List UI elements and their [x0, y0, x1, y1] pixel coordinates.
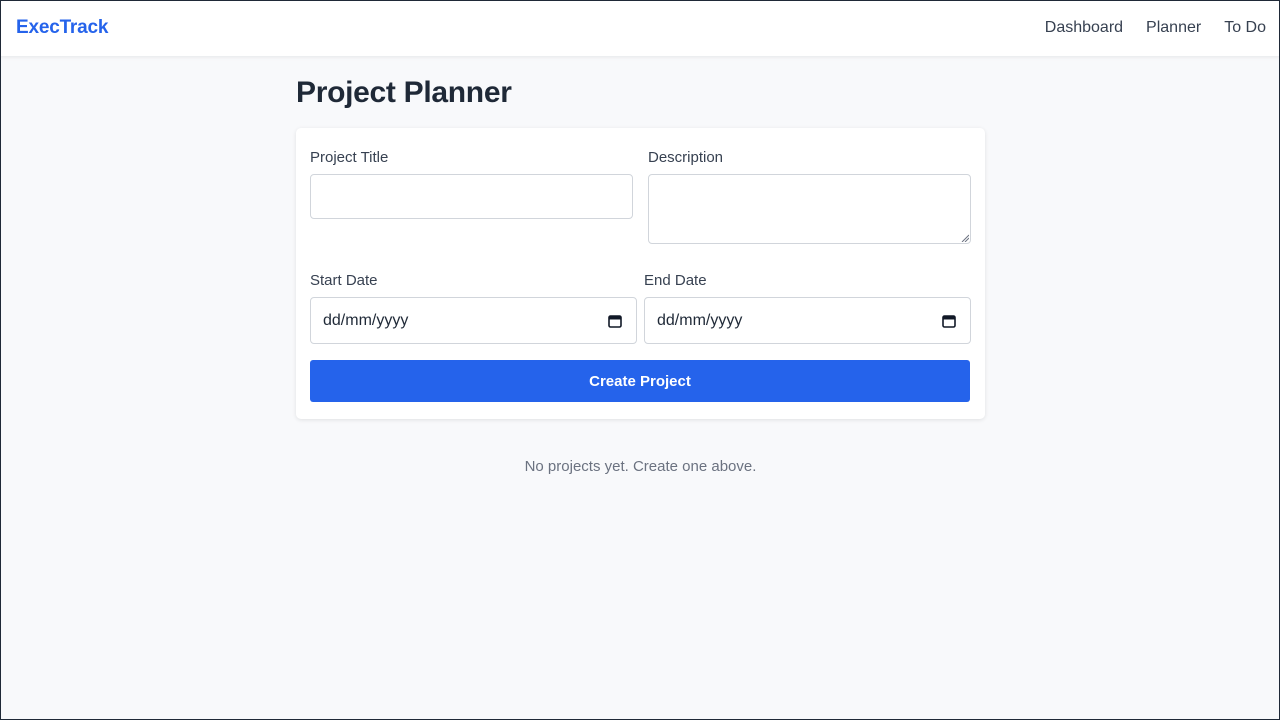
end-date-label: End Date	[644, 272, 707, 289]
end-date-input[interactable]: dd/mm/yyyy	[644, 297, 971, 344]
nav-links: Dashboard Planner To Do	[1045, 19, 1266, 37]
calendar-icon[interactable]	[942, 314, 956, 328]
brand-logo[interactable]: ExecTrack	[16, 17, 108, 39]
description-label: Description	[648, 149, 724, 166]
nav-link-todo[interactable]: To Do	[1224, 19, 1266, 37]
nav-link-planner[interactable]: Planner	[1146, 19, 1201, 37]
end-date-value: dd/mm/yyyy	[657, 311, 743, 329]
calendar-icon[interactable]	[608, 314, 622, 328]
start-date-value: dd/mm/yyyy	[323, 311, 409, 329]
project-form-card: Project Title Description Start Date dd/…	[296, 128, 985, 419]
nav-link-dashboard[interactable]: Dashboard	[1045, 19, 1123, 37]
empty-state-message: No projects yet. Create one above.	[524, 458, 757, 475]
start-date-label: Start Date	[310, 272, 378, 289]
start-date-input[interactable]: dd/mm/yyyy	[310, 297, 637, 344]
project-title-input[interactable]	[310, 174, 633, 219]
description-textarea[interactable]	[648, 174, 971, 244]
top-navbar: ExecTrack Dashboard Planner To Do	[0, 0, 1280, 56]
description-wrapper	[648, 174, 971, 244]
create-project-button[interactable]: Create Project	[310, 360, 970, 402]
project-title-label: Project Title	[310, 149, 389, 166]
page-title: Project Planner	[296, 76, 512, 109]
